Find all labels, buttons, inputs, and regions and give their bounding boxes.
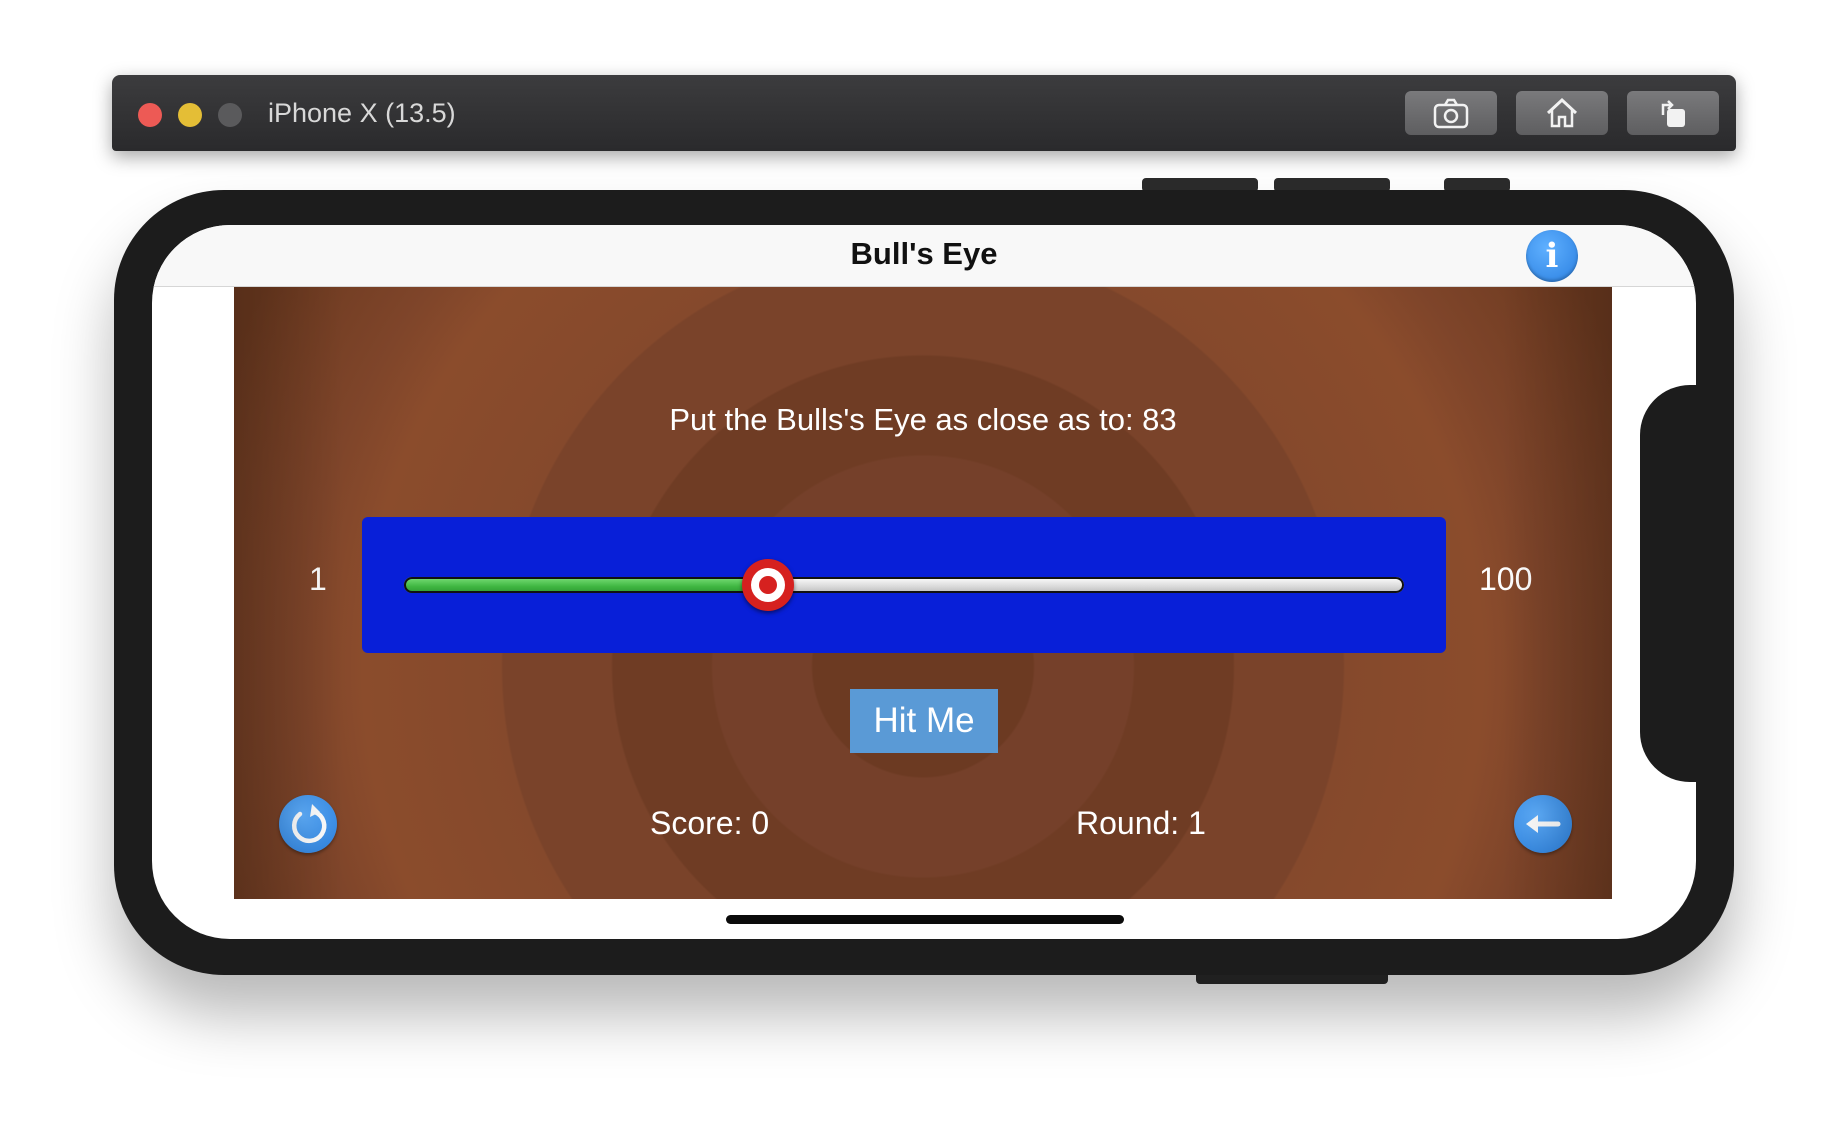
start-over-button[interactable] — [279, 795, 337, 853]
bullseye-slider-thumb[interactable] — [741, 559, 794, 611]
window-zoom-button[interactable] — [218, 103, 242, 127]
slider-fill — [404, 577, 768, 593]
rotate-button[interactable] — [1627, 91, 1719, 135]
screenshot-button[interactable] — [1405, 91, 1497, 135]
window-close-button[interactable] — [138, 103, 162, 127]
sensor-notch — [1640, 385, 1700, 782]
window-minimize-button[interactable] — [178, 103, 202, 127]
refresh-icon — [292, 804, 327, 844]
slider-min-label: 1 — [309, 561, 327, 597]
target-instruction: Put the Bulls's Eye as close as to: 83 — [669, 402, 1177, 437]
score-label: Score: 0 — [650, 805, 770, 841]
hit-me-button[interactable]: Hit Me — [850, 689, 998, 753]
device-screen: Bull's Eye i Put the Bulls's Eye as clos… — [152, 225, 1696, 939]
arrow-left-icon — [1526, 815, 1561, 833]
screenshot-icon — [1433, 98, 1469, 129]
slider-track[interactable] — [404, 577, 1404, 593]
info-icon[interactable]: i — [1526, 230, 1578, 282]
game-board: Put the Bulls's Eye as close as to: 83 1… — [234, 287, 1612, 899]
round-label: Round: 1 — [1076, 805, 1206, 841]
slider-max-label: 100 — [1479, 561, 1533, 597]
home-icon — [1546, 97, 1578, 128]
home-indicator — [726, 915, 1124, 924]
slider-panel — [362, 517, 1446, 653]
simulator-title-bar: iPhone X (13.5) — [112, 75, 1736, 151]
back-button[interactable] — [1514, 795, 1572, 853]
navigation-bar: Bull's Eye i — [152, 225, 1696, 287]
simulator-title: iPhone X (13.5) — [268, 98, 456, 128]
home-button[interactable] — [1516, 91, 1608, 135]
rotate-icon — [1661, 100, 1685, 127]
page-title: Bull's Eye — [850, 236, 998, 271]
